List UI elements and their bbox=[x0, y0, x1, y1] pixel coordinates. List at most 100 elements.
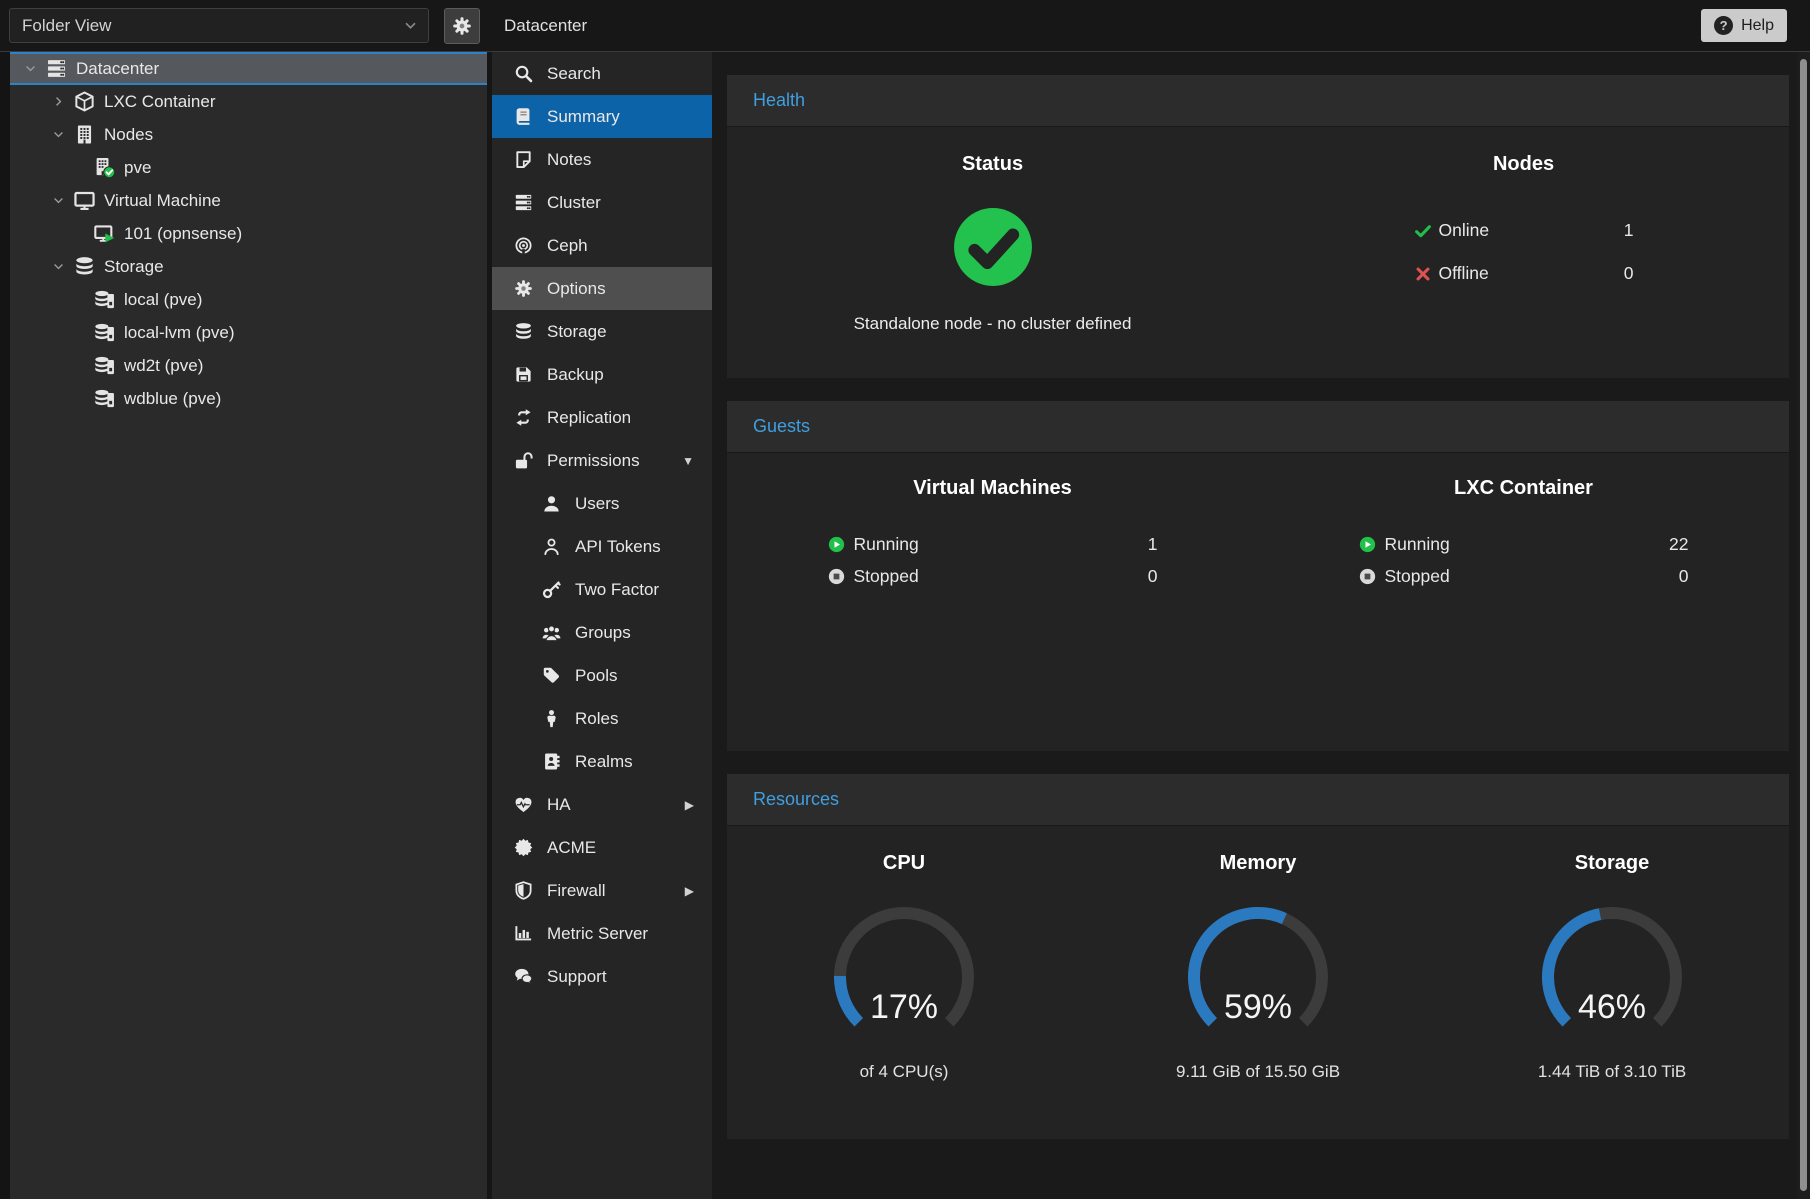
tree-item-datacenter[interactable]: Datacenter bbox=[10, 52, 487, 85]
nav-item-notes[interactable]: Notes bbox=[492, 138, 712, 181]
status-ok-check-circle-icon bbox=[952, 206, 1034, 288]
nav-item-summary[interactable]: Summary bbox=[492, 95, 712, 138]
nav-item-roles[interactable]: Roles bbox=[492, 697, 712, 740]
nav-item-cluster[interactable]: Cluster bbox=[492, 181, 712, 224]
nav-item-replication[interactable]: Replication bbox=[492, 396, 712, 439]
nav-item-options[interactable]: Options bbox=[492, 267, 712, 310]
tree-item-wd2t-pve[interactable]: wd2t (pve) bbox=[10, 349, 487, 382]
nav-item-label: Realms bbox=[575, 752, 633, 772]
tree-item-lxc-container[interactable]: LXC Container bbox=[10, 85, 487, 118]
user-icon bbox=[542, 494, 561, 513]
summary-content: Health Status Standalone node - no clust… bbox=[712, 52, 1810, 1199]
tree-item-virtual-machine[interactable]: Virtual Machine bbox=[10, 184, 487, 217]
nav-item-label: Support bbox=[547, 967, 607, 987]
nav-item-acme[interactable]: ACME bbox=[492, 826, 712, 869]
nav-item-pools[interactable]: Pools bbox=[492, 654, 712, 697]
memory-caption: 9.11 GiB of 15.50 GiB bbox=[1081, 1062, 1435, 1082]
guests-panel-title: Guests bbox=[753, 416, 810, 437]
nav-item-support[interactable]: Support bbox=[492, 955, 712, 998]
cpu-heading: CPU bbox=[727, 852, 1081, 875]
vertical-scrollbar[interactable] bbox=[1797, 52, 1810, 1199]
unlock-icon bbox=[514, 451, 533, 470]
nav-item-permissions[interactable]: Permissions▼ bbox=[492, 439, 712, 482]
tree-item-101-opnsense[interactable]: 101 (opnsense) bbox=[10, 217, 487, 250]
nav-item-metric-server[interactable]: Metric Server bbox=[492, 912, 712, 955]
nav-item-label: Cluster bbox=[547, 193, 601, 213]
tree-item-local-pve[interactable]: local (pve) bbox=[10, 283, 487, 316]
guests-panel: Guests Virtual Machines Running 1 bbox=[727, 401, 1789, 751]
tree-item-label: pve bbox=[124, 158, 151, 178]
storage-percent: 46% bbox=[1527, 988, 1697, 1027]
lxc-running-row: Running 22 bbox=[1359, 528, 1689, 560]
nav-item-label: Replication bbox=[547, 408, 631, 428]
nav-item-search[interactable]: Search bbox=[492, 52, 712, 95]
shield-icon bbox=[514, 881, 533, 900]
help-button-label: Help bbox=[1741, 17, 1774, 35]
dbDrive-icon bbox=[94, 322, 115, 343]
nav-item-label: Two Factor bbox=[575, 580, 659, 600]
scrollbar-thumb[interactable] bbox=[1800, 59, 1807, 1191]
dbDrive-icon bbox=[94, 355, 115, 376]
chevD-icon bbox=[52, 260, 65, 273]
nav-item-label: Metric Server bbox=[547, 924, 648, 944]
chevron-down-icon[interactable] bbox=[52, 194, 74, 207]
nav-item-label: Pools bbox=[575, 666, 618, 686]
chevron-down-icon[interactable] bbox=[52, 128, 74, 141]
cpu-gauge: 17% bbox=[819, 901, 989, 1041]
server-icon bbox=[514, 193, 533, 212]
lxc-running-label: Running bbox=[1385, 534, 1670, 555]
nav-item-label: Search bbox=[547, 64, 601, 84]
nav-item-label: Groups bbox=[575, 623, 631, 643]
nav-item-realms[interactable]: Realms bbox=[492, 740, 712, 783]
nav-item-label: Summary bbox=[547, 107, 620, 127]
heart-icon bbox=[514, 795, 533, 814]
virtual-machines-column: Virtual Machines Running 1 Stopped bbox=[727, 477, 1258, 751]
view-selector-combobox[interactable]: Folder View bbox=[9, 8, 429, 43]
vm-stopped-row: Stopped 0 bbox=[828, 560, 1158, 592]
cross-icon bbox=[1414, 265, 1432, 283]
chevD-icon bbox=[24, 62, 37, 75]
gear-icon bbox=[514, 279, 533, 298]
question-circle-icon: ? bbox=[1714, 16, 1733, 35]
offline-count: 0 bbox=[1594, 263, 1634, 284]
tree-item-local-lvm-pve[interactable]: local-lvm (pve) bbox=[10, 316, 487, 349]
tree-item-pve[interactable]: pve bbox=[10, 151, 487, 184]
tree-item-nodes[interactable]: Nodes bbox=[10, 118, 487, 151]
cpu-caption: of 4 CPU(s) bbox=[727, 1062, 1081, 1082]
search-icon bbox=[514, 64, 533, 83]
book-icon bbox=[514, 107, 533, 126]
tree-item-wdblue-pve[interactable]: wdblue (pve) bbox=[10, 382, 487, 415]
nav-item-firewall[interactable]: Firewall▶ bbox=[492, 869, 712, 912]
chevD-icon bbox=[52, 128, 65, 141]
nav-item-two-factor[interactable]: Two Factor bbox=[492, 568, 712, 611]
nav-item-storage[interactable]: Storage bbox=[492, 310, 712, 353]
tree-item-label: LXC Container bbox=[104, 92, 216, 112]
triangle-right-icon: ▶ bbox=[685, 884, 694, 898]
cpu-gauge-column: CPU 17% of 4 CPU(s) bbox=[727, 852, 1081, 1139]
nav-item-api-tokens[interactable]: API Tokens bbox=[492, 525, 712, 568]
proxmox-app: Folder View Datacenter ? Help Datacenter… bbox=[0, 0, 1810, 1199]
nav-item-label: Ceph bbox=[547, 236, 588, 256]
nav-item-backup[interactable]: Backup bbox=[492, 353, 712, 396]
stop-circle-icon bbox=[828, 568, 845, 585]
online-count: 1 bbox=[1594, 220, 1634, 241]
nav-item-users[interactable]: Users bbox=[492, 482, 712, 525]
gear-icon bbox=[452, 16, 472, 36]
storage-heading: Storage bbox=[1435, 852, 1789, 875]
status-heading: Status bbox=[727, 153, 1258, 176]
nav-item-ha[interactable]: HA▶ bbox=[492, 783, 712, 826]
tree-item-storage[interactable]: Storage bbox=[10, 250, 487, 283]
help-button[interactable]: ? Help bbox=[1701, 9, 1787, 42]
tree-item-label: wd2t (pve) bbox=[124, 356, 203, 376]
floppy-icon bbox=[514, 365, 533, 384]
nav-item-ceph[interactable]: Ceph bbox=[492, 224, 712, 267]
buildingCheck-icon bbox=[94, 157, 115, 178]
cube-icon bbox=[74, 91, 95, 112]
chevron-down-icon[interactable] bbox=[52, 260, 74, 273]
tree-settings-button[interactable] bbox=[444, 8, 480, 44]
resources-panel-body: CPU 17% of 4 CPU(s) Memory 59% 9.11 GiB bbox=[727, 826, 1789, 1139]
nav-item-label: Options bbox=[547, 279, 606, 299]
chevron-down-icon[interactable] bbox=[24, 62, 46, 75]
nav-item-groups[interactable]: Groups bbox=[492, 611, 712, 654]
chevron-right-icon[interactable] bbox=[52, 95, 74, 108]
